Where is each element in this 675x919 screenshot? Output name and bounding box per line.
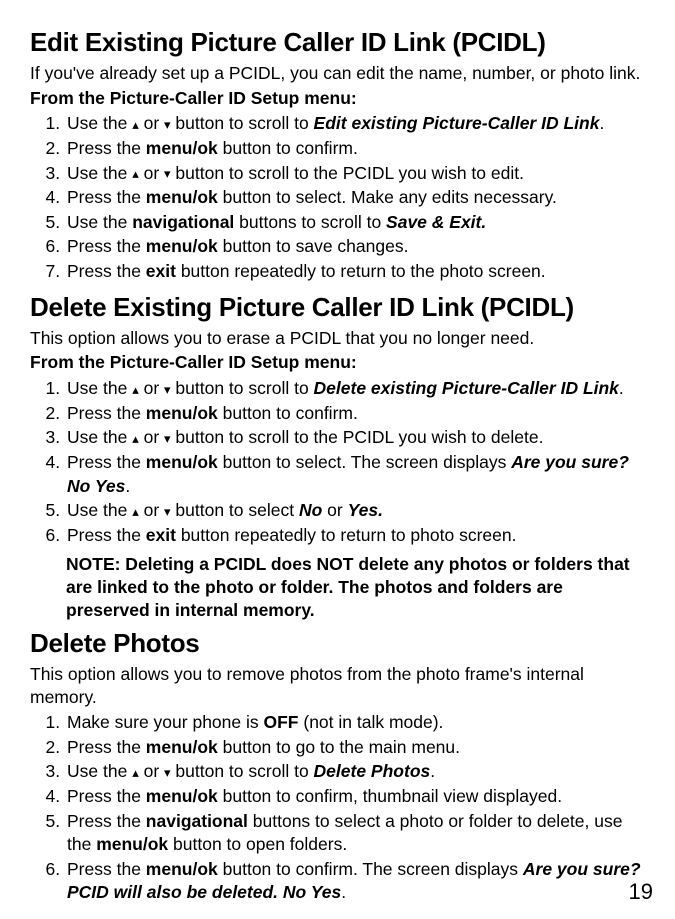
page-number: 19 (629, 877, 653, 907)
step: Press the exit button repeatedly to retu… (65, 524, 645, 548)
step: Use the ▴ or ▾ button to scroll to Delet… (65, 377, 645, 401)
steps-photos: Make sure your phone is OFF (not in talk… (30, 711, 645, 905)
step: Use the ▴ or ▾ button to select No or Ye… (65, 499, 645, 523)
note-delete: NOTE: Deleting a PCIDL does NOT delete a… (66, 553, 645, 621)
step: Use the navigational buttons to scroll t… (65, 211, 645, 235)
step: Press the menu/ok button to go to the ma… (65, 736, 645, 760)
step: Use the ▴ or ▾ button to scroll to the P… (65, 426, 645, 450)
step: Use the ▴ or ▾ button to scroll to Edit … (65, 112, 645, 136)
intro-photos: This option allows you to remove photos … (30, 663, 645, 710)
intro-edit: If you've already set up a PCIDL, you ca… (30, 62, 645, 86)
steps-delete: Use the ▴ or ▾ button to scroll to Delet… (30, 377, 645, 547)
step: Press the menu/ok button to confirm. The… (65, 858, 645, 905)
step: Press the menu/ok button to select. Make… (65, 186, 645, 210)
step: Press the menu/ok button to save changes… (65, 235, 645, 259)
step: Make sure your phone is OFF (not in talk… (65, 711, 645, 735)
step: Press the menu/ok button to confirm, thu… (65, 785, 645, 809)
step: Use the ▴ or ▾ button to scroll to the P… (65, 162, 645, 186)
heading-edit-pcidl: Edit Existing Picture Caller ID Link (PC… (30, 25, 645, 60)
intro-delete: This option allows you to erase a PCIDL … (30, 327, 645, 351)
step: Press the menu/ok button to confirm. (65, 402, 645, 426)
step: Press the navigational buttons to select… (65, 810, 645, 857)
submenu-delete: From the Picture-Caller ID Setup menu: (30, 351, 645, 375)
step: Use the ▴ or ▾ button to scroll to Delet… (65, 760, 645, 784)
submenu-edit: From the Picture-Caller ID Setup menu: (30, 87, 645, 111)
step: Press the menu/ok button to select. The … (65, 451, 645, 498)
step: Press the exit button repeatedly to retu… (65, 260, 645, 284)
steps-edit: Use the ▴ or ▾ button to scroll to Edit … (30, 112, 645, 283)
heading-delete-photos: Delete Photos (30, 626, 645, 661)
heading-delete-pcidl: Delete Existing Picture Caller ID Link (… (30, 290, 645, 325)
step: Press the menu/ok button to confirm. (65, 137, 645, 161)
